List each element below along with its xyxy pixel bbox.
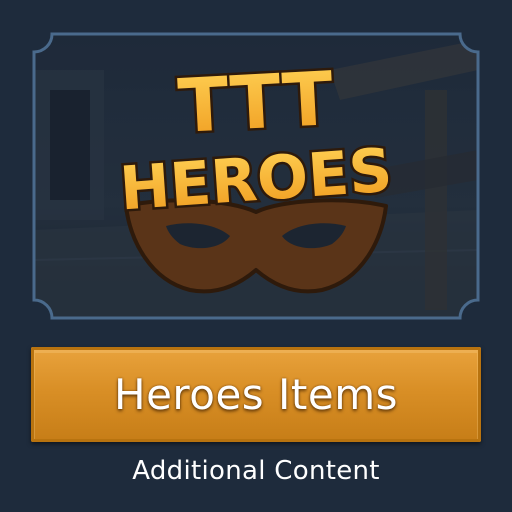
- item-title: Heroes Items: [113, 370, 399, 419]
- title-banner: Heroes Items: [31, 347, 481, 442]
- preview-frame: TTT HEROES: [30, 30, 482, 322]
- item-subtitle: Additional Content: [132, 456, 380, 486]
- preview-art: TTT HEROES: [32, 32, 480, 320]
- item-card: TTT HEROES Heroes Items Additional Conte…: [0, 0, 512, 512]
- logo-line-1: TTT: [176, 56, 336, 150]
